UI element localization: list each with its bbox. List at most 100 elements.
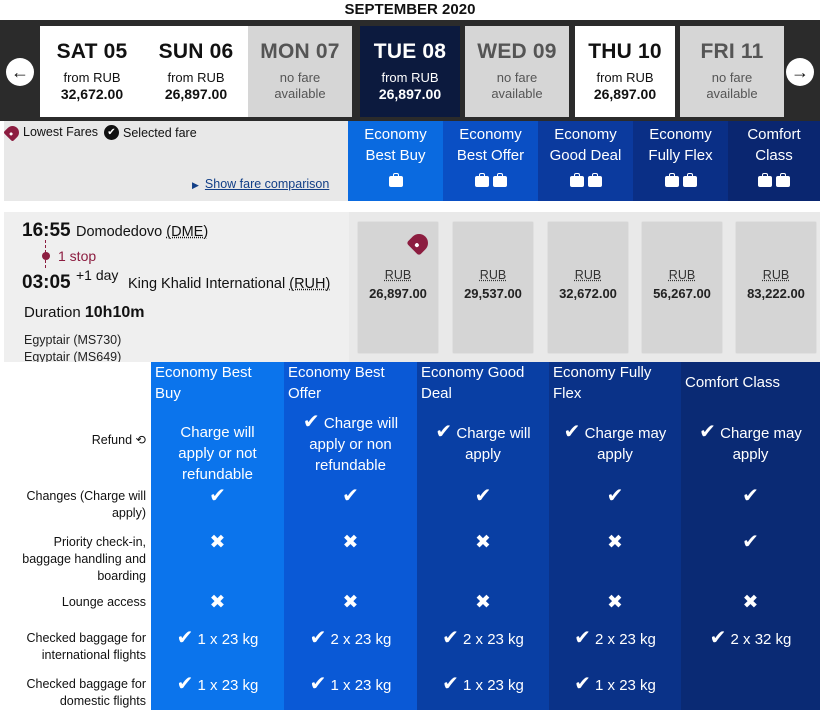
date-tab-price: 26,897.00 (164, 86, 228, 102)
baggage-icon (587, 173, 602, 187)
check-icon: ✔ (176, 627, 194, 649)
date-tab-label: TUE 08 (373, 40, 447, 63)
arrival-day-offset: +1 day (76, 267, 119, 283)
comparison-cell: ✔ Charge will apply or non refundable (284, 412, 417, 476)
row-label-text: Changes (Charge will apply) (26, 489, 146, 520)
baggage-icon (664, 173, 679, 187)
comparison-cell: ✔ 2 x 23 kg (417, 628, 549, 650)
comparison-column-title: Economy Good Deal (421, 364, 525, 402)
stops-count: 1 stop (58, 248, 97, 264)
comparison-cell: ✔ 2 x 23 kg (284, 628, 417, 650)
fare-amount: 32,672.00 (559, 286, 617, 301)
check-icon: ✔ (574, 627, 591, 649)
check-icon: ✔ (309, 673, 327, 695)
check-icon: ✔ (309, 627, 327, 649)
check-icon: ✔ (742, 485, 759, 507)
comparison-row-label: Refund ⟲ (0, 432, 146, 449)
fare-family-line2: Good Deal (549, 147, 622, 164)
comparison-cell: ✖ (284, 592, 417, 614)
comparison-cell-text: 2 x 23 kg (463, 631, 524, 648)
date-tab[interactable]: SAT 05 from RUB 32,672.00 (40, 26, 144, 117)
check-circle-icon: ✔ (104, 125, 119, 140)
flight-info: 16:55 Domodedovo (DME) 1 stop 03:05 +1 d… (4, 212, 349, 364)
baggage-icon (388, 173, 403, 187)
comparison-cell-text: 1 x 23 kg (197, 677, 259, 694)
comparison-cell: ✖ (549, 532, 681, 554)
arrival-airport-name: King Khalid International (128, 276, 286, 292)
baggage-allowance (633, 172, 728, 193)
fare-family-header[interactable]: Comfort Class (728, 121, 820, 201)
fare-family-header[interactable]: Economy Best Buy (348, 121, 443, 201)
compare-label: Show fare comparison (204, 177, 330, 191)
baggage-allowance (728, 172, 820, 193)
departure-time: 16:55 (22, 220, 71, 241)
comparison-cell: ✔ (417, 486, 549, 508)
comparison-row-label: Changes (Charge will apply) (0, 488, 146, 522)
fare-currency: RUB (762, 268, 790, 282)
comparison-cell: ✔ Charge may apply (549, 422, 681, 465)
comparison-cell: ✔ 1 x 23 kg (151, 674, 284, 696)
fare-amount: 56,267.00 (653, 286, 711, 301)
refund-info-icon[interactable]: ⟲ (136, 433, 146, 447)
fare-price-card[interactable]: RUB 56,267.00 (642, 222, 722, 353)
fare-family-header[interactable]: Economy Best Offer (443, 121, 538, 201)
baggage-icon (758, 173, 772, 187)
date-tab-caption: no fare (279, 70, 321, 85)
check-icon: ✔ (302, 411, 320, 433)
comparison-cell: ✔ 1 x 23 kg (151, 628, 284, 650)
fare-family-line2: Class (755, 147, 793, 164)
fare-amount: 29,537.00 (464, 286, 522, 301)
fare-price-card[interactable]: RUB 83,222.00 (736, 222, 816, 353)
date-tab[interactable]: WED 09 no fare available (465, 26, 569, 117)
date-tab[interactable]: THU 10 from RUB 26,897.00 (575, 26, 675, 117)
row-label-text: Checked baggage for domestic flights (26, 677, 146, 708)
fare-family-line1: Economy (459, 126, 522, 143)
comparison-cell: ✔ 1 x 23 kg (284, 674, 417, 696)
comparison-cell: ✔ 1 x 23 kg (417, 674, 549, 696)
comparison-column-title: Economy Fully Flex (553, 364, 652, 402)
date-tab-label: FRI 11 (700, 40, 764, 63)
comparison-cell: ✔ Charge will apply (417, 422, 549, 465)
check-icon: ✔ (209, 485, 226, 507)
date-tab[interactable]: TUE 08 from RUB 26,897.00 (360, 26, 460, 117)
comparison-column: Economy Best Buy Charge will apply or no… (151, 362, 284, 710)
chevron-left-icon[interactable]: ← (6, 58, 34, 86)
date-tab-price: available (706, 86, 758, 101)
check-icon: ✔ (574, 673, 591, 695)
fare-price-card[interactable]: RUB 26,897.00 (358, 222, 438, 353)
duration-value: 10h10m (84, 304, 145, 321)
fare-family-header[interactable]: Economy Fully Flex (633, 121, 728, 201)
cross-icon: ✖ (607, 532, 623, 553)
comparison-cell: ✔ Charge may apply (681, 422, 820, 465)
comparison-cell: ✖ (151, 592, 284, 614)
date-tab-caption: no fare (496, 70, 538, 85)
comparison-cell-text: 2 x 23 kg (595, 631, 656, 648)
comparison-column: Economy Fully Flex ✔ Charge may apply ✔ ✖ ✖ ✔… (549, 362, 681, 710)
comparison-cell: ✔ (681, 532, 820, 554)
fare-family-line1: Comfort (747, 126, 801, 143)
fare-price-card[interactable]: RUB 29,537.00 (453, 222, 533, 353)
comparison-cell: ✖ (549, 592, 681, 614)
arrival-time: 03:05 (22, 272, 71, 293)
date-tab-price: available (274, 86, 326, 101)
date-tab[interactable]: MON 07 no fare available (248, 26, 352, 117)
date-tab-label: SAT 05 (56, 40, 128, 63)
comparison-cell: ✔ (151, 486, 284, 508)
comparison-row-label: Checked baggage for domestic flights (0, 676, 146, 710)
comparison-column-title: Economy Best Buy (155, 364, 252, 402)
chevron-right-icon[interactable]: → (786, 58, 814, 86)
price-tag-icon (3, 122, 22, 142)
fare-family-line2: Best Buy (365, 147, 426, 164)
comparison-cell-text: Charge may apply (584, 425, 667, 463)
comparison-cell: ✔ 1 x 23 kg (549, 674, 681, 696)
date-tab[interactable]: SUN 06 from RUB 26,897.00 (144, 26, 248, 117)
comparison-cell-text: Charge may apply (720, 425, 802, 463)
fare-price-card[interactable]: RUB 32,672.00 (548, 222, 628, 353)
date-tab-price: 26,897.00 (378, 86, 442, 102)
comparison-cell: ✖ (417, 532, 549, 554)
comparison-cell-text: 2 x 23 kg (330, 631, 392, 648)
show-fare-comparison-link[interactable]: ▶ Show fare comparison (192, 177, 329, 191)
date-tab[interactable]: FRI 11 no fare available (680, 26, 784, 117)
fare-family-header[interactable]: Economy Good Deal (538, 121, 633, 201)
fare-currency: RUB (574, 268, 602, 282)
